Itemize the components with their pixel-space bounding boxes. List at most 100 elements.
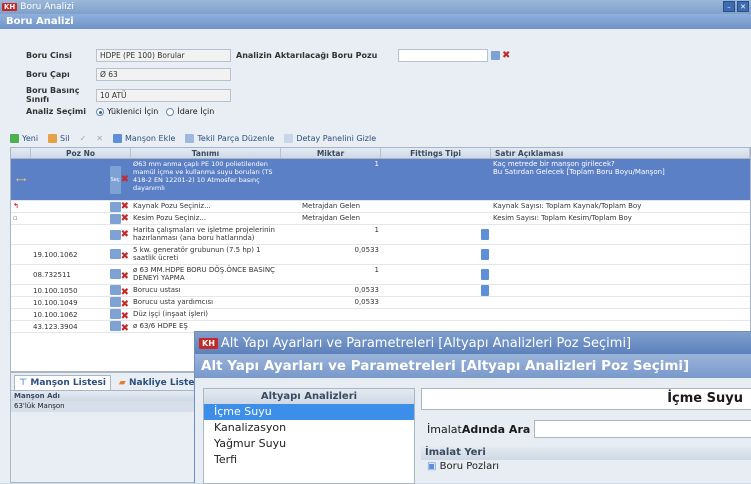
imalat-yeri-header: İmalat Yeri bbox=[421, 446, 751, 460]
table-row[interactable]: ↰ ✖ Kaynak Pozu Seçiniz... Metrajdan Gel… bbox=[11, 201, 750, 213]
table-row[interactable]: 19.100.1062 ✖ 5 kw. generatör grubunun (7… bbox=[11, 245, 750, 265]
search-label-bold: Adında Ara bbox=[461, 422, 531, 436]
fittings-dropdown-icon[interactable] bbox=[481, 269, 489, 280]
idare-label: İdare İçin bbox=[177, 107, 215, 116]
col-poz-no[interactable]: Poz No bbox=[31, 148, 131, 158]
panel-icon bbox=[284, 134, 294, 143]
select-icon[interactable] bbox=[109, 309, 121, 319]
remove-icon[interactable]: ✖ bbox=[121, 299, 129, 308]
aktarilacak-label: Analizin Aktarılacağı Boru Pozu bbox=[236, 51, 378, 60]
select-icon[interactable] bbox=[109, 321, 121, 331]
select-icon[interactable] bbox=[109, 297, 121, 307]
remove-icon[interactable]: ✖ bbox=[121, 230, 129, 240]
select-icon[interactable] bbox=[109, 285, 121, 295]
col-tanimi[interactable]: Tanımı bbox=[131, 148, 281, 158]
row-arrow-icon: ⟷ bbox=[15, 175, 27, 184]
basinc-sinifi-label: Boru Basınç Sınıfı bbox=[26, 86, 80, 104]
app-logo-icon: KH bbox=[2, 3, 18, 11]
dialog-title-bar: KH Alt Yapı Ayarları ve Parametreleri [A… bbox=[195, 332, 751, 354]
col-aciklama[interactable]: Satır Açıklaması bbox=[491, 148, 750, 158]
select-icon[interactable] bbox=[109, 229, 121, 240]
remove-icon[interactable]: ✖ bbox=[121, 202, 129, 212]
table-row[interactable]: 10.100.1062 ✖ Düz işçi (inşaat işleri) bbox=[11, 309, 750, 321]
boru-cinsi-field[interactable]: HDPE (PE 100) Borular bbox=[96, 49, 231, 62]
select-icon[interactable] bbox=[109, 268, 121, 279]
yuklenici-radio[interactable] bbox=[96, 107, 104, 116]
confirm-button[interactable]: ✓ bbox=[80, 134, 87, 143]
close-button[interactable]: ✕ bbox=[737, 1, 749, 12]
detay-paneli-button[interactable]: Detay Panelini Gizle bbox=[284, 134, 376, 143]
select-icon[interactable] bbox=[109, 201, 121, 212]
remove-icon[interactable]: ✖ bbox=[121, 214, 129, 224]
folder-icon: ▣ bbox=[427, 461, 440, 472]
fittings-dropdown-icon[interactable] bbox=[481, 249, 489, 260]
boru-cinsi-label: Boru Cinsi bbox=[26, 51, 72, 60]
truck-icon: ▰ bbox=[118, 378, 129, 388]
dialog-right-panel: İçme Suyu İmalat Adında Ara İmalat Yeri … bbox=[421, 388, 751, 484]
grid-header: Poz No Tanımı Miktar Fittings Tipi Satır… bbox=[11, 148, 750, 159]
select-pozu-icon[interactable] bbox=[491, 51, 500, 60]
analiz-secimi-label: Analiz Seçimi bbox=[26, 107, 86, 116]
manson-ekle-button[interactable]: Manşon Ekle bbox=[112, 134, 175, 143]
boru-capi-field[interactable]: Ø 63 bbox=[96, 68, 231, 81]
list-item-icme-suyu[interactable]: İçme Suyu bbox=[204, 404, 414, 420]
col-fittings[interactable]: Fittings Tipi bbox=[381, 148, 491, 158]
yuklenici-label: Yüklenici İçin bbox=[107, 107, 159, 116]
remove-icon[interactable]: ✖ bbox=[121, 287, 129, 296]
search-label-prefix: İmalat bbox=[427, 422, 462, 436]
bottom-panel: ⊤ Manşon Listesi ▰ Nakliye Listesi Manşo… bbox=[10, 372, 210, 483]
table-row[interactable]: ⟷ Seç ✖ Ø63 mm anma çaplı PE 100 polietil… bbox=[11, 159, 750, 201]
row-marker-icon: ↰ bbox=[13, 202, 19, 210]
clear-pozu-icon[interactable]: ✖ bbox=[502, 51, 510, 61]
altyapi-list: Altyapı Analizleri İçme Suyu Kanalizasyo… bbox=[203, 388, 415, 484]
window-title: Boru Analizi bbox=[20, 2, 74, 12]
table-row[interactable]: 08.732511 ✖ ø 63 MM.HDPE BORU DÖŞ.ÖNCE BA… bbox=[11, 265, 750, 285]
basinc-sinifi-field[interactable]: 10 ATÜ bbox=[96, 88, 231, 102]
col-miktar[interactable]: Miktar bbox=[281, 148, 381, 158]
manson-col-header[interactable]: Manşon Adı bbox=[11, 391, 209, 401]
remove-icon[interactable]: ✖ bbox=[121, 251, 129, 262]
select-icon[interactable] bbox=[109, 213, 121, 224]
right-panel-title: İçme Suyu bbox=[421, 388, 751, 410]
cancel-button[interactable]: ✕ bbox=[96, 134, 103, 143]
altyapi-dialog: KH Alt Yapı Ayarları ve Parametreleri [A… bbox=[194, 331, 751, 484]
remove-icon[interactable]: ✖ bbox=[121, 175, 129, 185]
boru-pozlari-node[interactable]: ▣ Boru Pozları bbox=[421, 460, 751, 474]
title-bar: KH Boru Analizi – ✕ bbox=[0, 0, 751, 14]
app-logo-icon: KH bbox=[199, 337, 218, 349]
imalat-search-input[interactable] bbox=[534, 420, 751, 438]
boru-capi-label: Boru Çapı bbox=[26, 70, 70, 79]
cancel-icon: ✕ bbox=[96, 134, 103, 143]
remove-icon[interactable]: ✖ bbox=[121, 271, 129, 282]
check-icon: ✓ bbox=[79, 134, 87, 143]
select-icon[interactable]: Seç bbox=[109, 165, 121, 194]
fittings-dropdown-icon[interactable] bbox=[481, 229, 489, 240]
altyapi-list-header: Altyapı Analizleri bbox=[204, 389, 414, 404]
minimize-button[interactable]: – bbox=[723, 1, 735, 12]
page-title: Boru Analizi bbox=[0, 14, 751, 29]
idare-radio[interactable] bbox=[166, 107, 175, 116]
remove-icon[interactable]: ✖ bbox=[121, 311, 129, 320]
yeni-button[interactable]: Yeni bbox=[10, 134, 38, 143]
tab-manson-listesi[interactable]: ⊤ Manşon Listesi bbox=[14, 375, 111, 390]
table-row[interactable]: ▫ ✖ Kesim Pozu Seçiniz... Metrajdan Gele… bbox=[11, 213, 750, 225]
remove-icon[interactable]: ✖ bbox=[121, 323, 129, 332]
list-item-yagmur-suyu[interactable]: Yağmur Suyu bbox=[204, 436, 414, 452]
row-marker-icon: ▫ bbox=[13, 214, 18, 222]
tekil-parca-button[interactable]: Tekil Parça Düzenle bbox=[185, 134, 274, 143]
add-icon bbox=[10, 134, 19, 143]
table-row[interactable]: 10.100.1049 ✖ Borucu usta yardımcısı 0,05… bbox=[11, 297, 750, 309]
boru-pozu-field[interactable] bbox=[398, 49, 488, 62]
dialog-header: Alt Yapı Ayarları ve Parametreleri [Alty… bbox=[195, 354, 751, 378]
table-row[interactable]: ✖ Harita çalışmaları ve işletme projeler… bbox=[11, 225, 750, 245]
select-icon[interactable] bbox=[109, 248, 121, 259]
delete-icon bbox=[48, 134, 58, 143]
list-item[interactable]: 63'lük Manşon bbox=[11, 401, 209, 412]
table-row[interactable]: 10.100.1050 ✖ Borucu ustası 0,0533 bbox=[11, 285, 750, 297]
edit-icon bbox=[185, 134, 195, 143]
dialog-title: Alt Yapı Ayarları ve Parametreleri [Alty… bbox=[220, 335, 632, 351]
list-item-kanalizasyon[interactable]: Kanalizasyon bbox=[204, 420, 414, 436]
list-item-terfi[interactable]: Terfi bbox=[204, 452, 414, 468]
fittings-dropdown-icon[interactable] bbox=[481, 285, 489, 296]
sil-button[interactable]: Sil bbox=[48, 134, 70, 143]
